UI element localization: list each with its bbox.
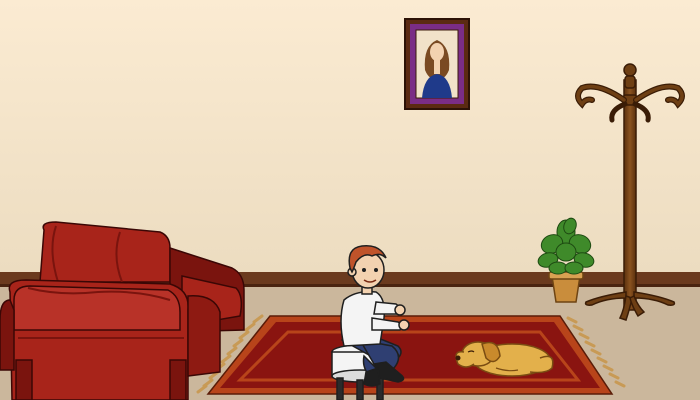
portrait[interactable] [404, 18, 470, 110]
game-scene [0, 0, 700, 400]
rug[interactable] [196, 314, 626, 395]
scene-canvas [0, 0, 700, 400]
